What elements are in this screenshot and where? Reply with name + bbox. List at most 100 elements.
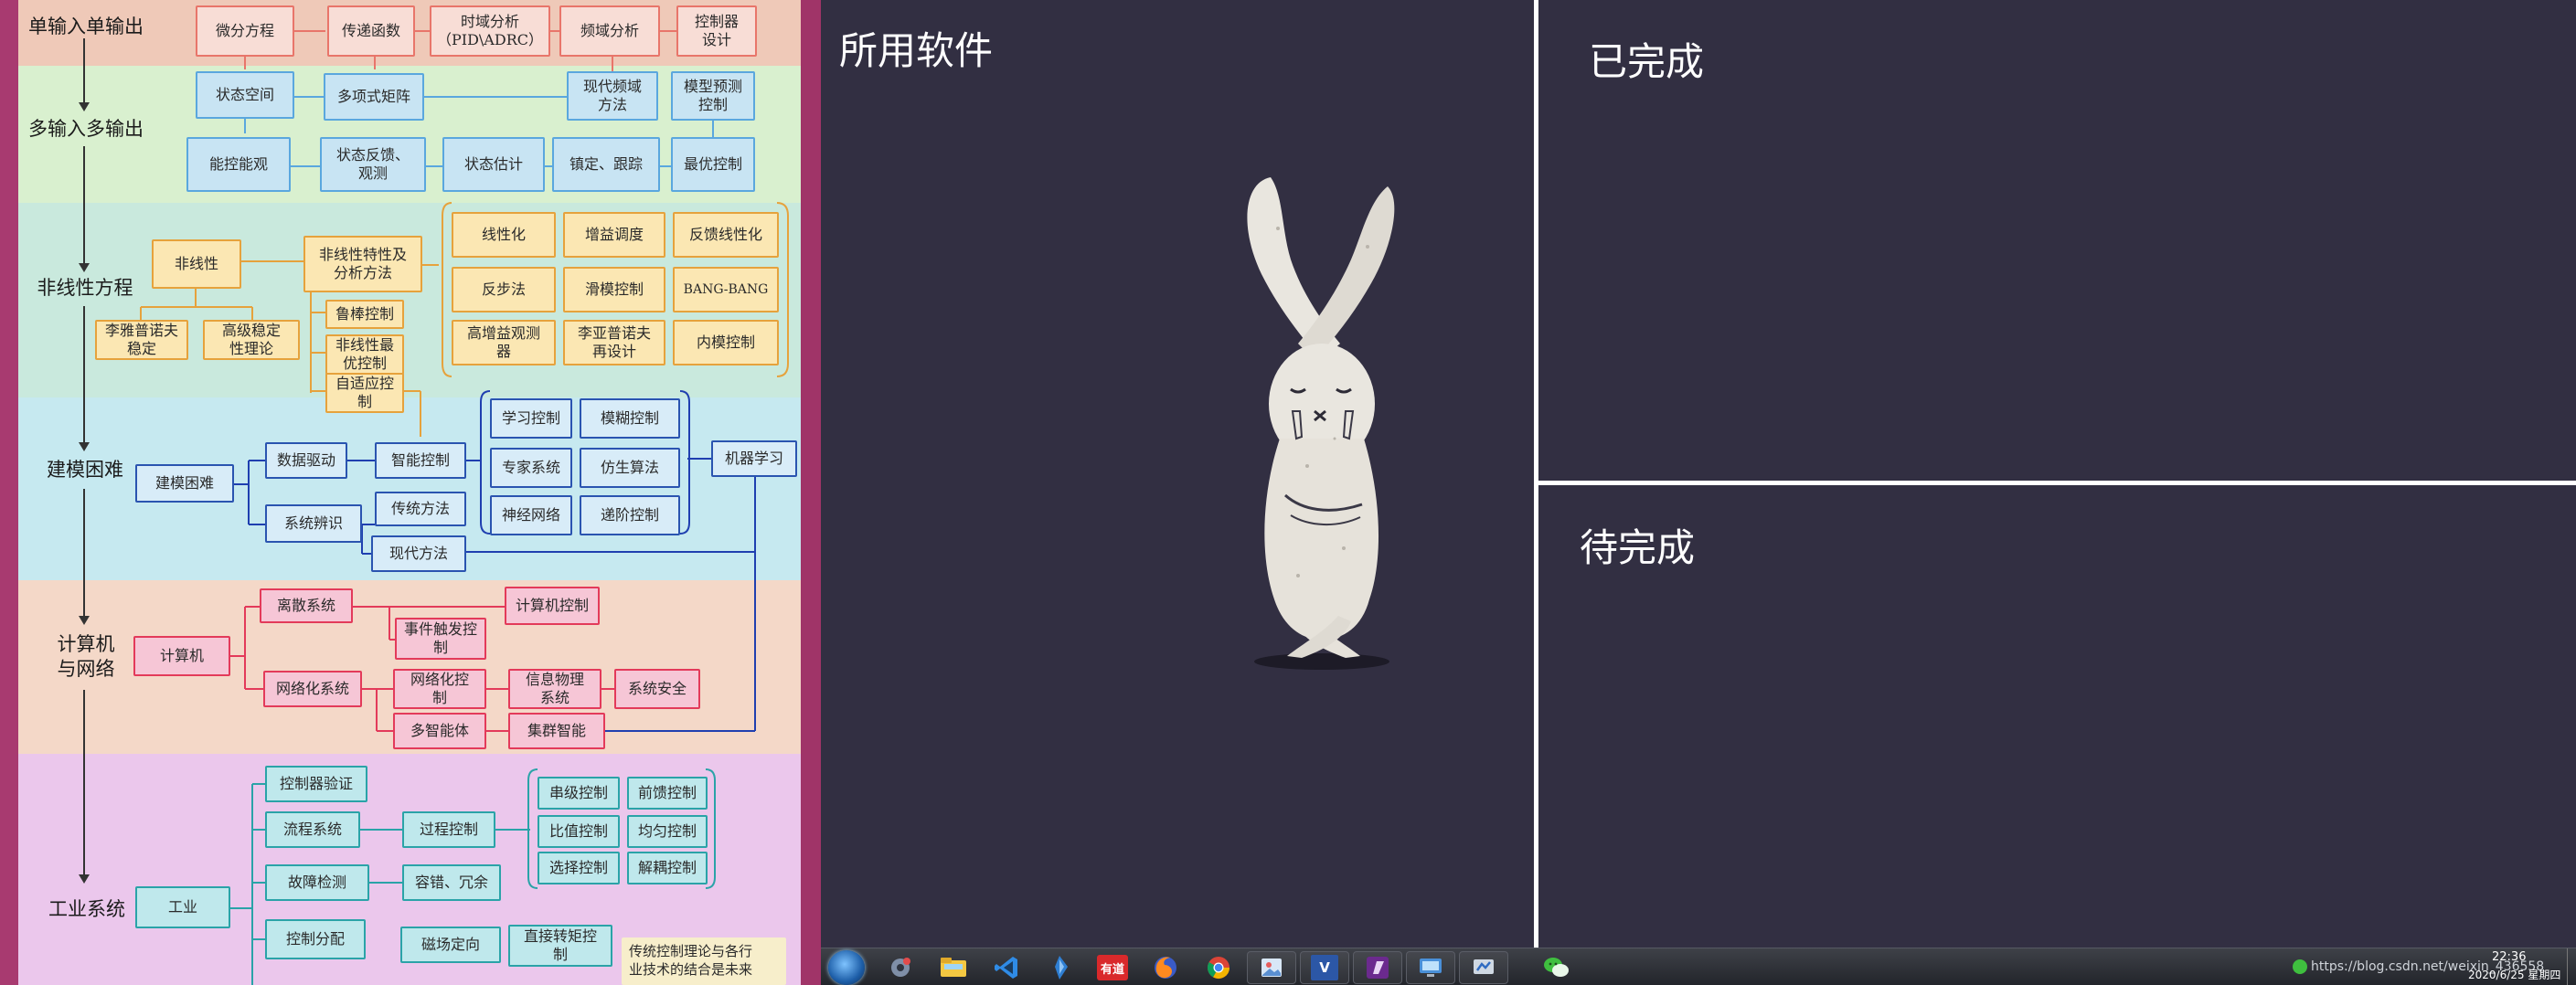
node-lyapunov-stability: 李雅普诺夫 稳定 xyxy=(95,320,188,360)
node-networked-control: 网络化控 制 xyxy=(393,669,486,709)
node-modern-frequency: 现代频域 方法 xyxy=(567,71,658,121)
node-modeling-difficulty: 建模困难 xyxy=(135,464,234,503)
node-process-control: 过程控制 xyxy=(402,811,495,848)
node-linearization: 线性化 xyxy=(452,212,556,258)
node-selective-control: 选择控制 xyxy=(538,852,620,884)
node-neural-network: 神经网络 xyxy=(490,495,572,535)
node-fault-detection: 故障检测 xyxy=(265,864,369,901)
node-control-allocation: 控制分配 xyxy=(265,919,366,959)
node-nonlinear-analysis: 非线性特性及 分析方法 xyxy=(303,236,422,292)
node-intelligent-control: 智能控制 xyxy=(375,442,466,479)
node-frequency-domain: 频域分析 xyxy=(559,5,660,57)
band-title-siso: 单输入单输出 xyxy=(28,16,144,37)
node-bang-bang: BANG-BANG xyxy=(673,267,779,312)
node-time-domain: 时域分析 （PID\ADRC） xyxy=(430,5,550,57)
node-traditional-method: 传统方法 xyxy=(375,492,466,526)
band-title-modeling: 建模困难 xyxy=(47,459,123,481)
label-software-used: 所用软件 xyxy=(839,28,994,73)
remote-desktop-icon[interactable] xyxy=(1406,951,1455,984)
band-title-nonlinear: 非线性方程 xyxy=(37,277,133,299)
node-controller-design: 控制器 设计 xyxy=(676,5,757,57)
tray-clock-date[interactable]: 2020/6/25 星期四 xyxy=(2468,967,2560,982)
youdao-label: 有道 xyxy=(1097,955,1128,980)
onenote-icon[interactable] xyxy=(1353,951,1402,984)
node-controller-verification: 控制器验证 xyxy=(265,766,367,802)
node-networked-system: 网络化系统 xyxy=(263,671,362,707)
window-right-border xyxy=(801,0,821,985)
node-cascade-control: 串级控制 xyxy=(538,777,620,810)
label-pending: 待完成 xyxy=(1580,525,1696,570)
node-nonlinear: 非线性 xyxy=(152,239,241,289)
node-differential-equation: 微分方程 xyxy=(196,5,294,57)
node-learning-control: 学习控制 xyxy=(490,398,572,439)
node-machine-learning: 机器学习 xyxy=(711,440,797,477)
node-expert-system: 专家系统 xyxy=(490,448,572,488)
node-ratio-control: 比值控制 xyxy=(538,815,620,848)
visio-icon[interactable]: V xyxy=(1300,951,1349,984)
node-computer-control: 计算机控制 xyxy=(505,587,600,625)
node-polynomial-matrix: 多项式矩阵 xyxy=(324,73,424,121)
desktop-screen: 单输入单输出 多输入多输出 非线性方程 建模困难 计算机 与网络 工业系统 微分… xyxy=(0,0,2576,985)
node-data-driven: 数据驱动 xyxy=(265,442,347,479)
node-optimal-control: 最优控制 xyxy=(671,137,755,192)
settings-app-icon[interactable] xyxy=(876,951,925,984)
tray-clock-time[interactable]: 22:36 xyxy=(2492,950,2526,964)
show-desktop-button[interactable] xyxy=(2567,948,2576,985)
divider-vertical xyxy=(1534,0,1538,948)
node-averaging-control: 均匀控制 xyxy=(627,815,708,848)
node-event-triggered: 事件触发控 制 xyxy=(395,618,486,660)
band-title-industry: 工业系统 xyxy=(48,898,125,920)
node-state-feedback: 状态反馈、 观测 xyxy=(320,137,426,192)
node-modern-method: 现代方法 xyxy=(371,535,466,572)
node-field-oriented: 磁场定向 xyxy=(400,927,501,963)
node-swarm-intelligence: 集群智能 xyxy=(508,713,605,749)
node-internal-model: 内模控制 xyxy=(673,320,779,365)
rabbit-wallpaper-image xyxy=(1247,177,1395,670)
node-advanced-stability: 高级稳定 性理论 xyxy=(203,320,300,360)
node-state-estimation: 状态估计 xyxy=(442,137,545,192)
note-future-trend: 传统控制理论与各行 业技术的结合是未来 xyxy=(622,937,786,985)
tray-wechat-icon[interactable] xyxy=(2293,959,2307,974)
node-sliding-mode: 滑模控制 xyxy=(563,267,665,312)
node-multi-agent: 多智能体 xyxy=(393,713,486,749)
node-cyber-physical: 信息物理 系统 xyxy=(508,669,601,709)
node-gain-scheduling: 增益调度 xyxy=(563,212,665,258)
chrome-icon[interactable] xyxy=(1194,951,1243,984)
node-feedback-linearization: 反馈线性化 xyxy=(673,212,779,258)
file-explorer-icon[interactable] xyxy=(929,951,978,984)
node-backstepping: 反步法 xyxy=(452,267,556,312)
node-industry: 工业 xyxy=(135,886,230,928)
node-lyapunov-redesign: 李亚普诺夫 再设计 xyxy=(563,320,665,365)
band-title-network: 计算机 与网络 xyxy=(57,633,115,680)
node-state-space: 状态空间 xyxy=(196,71,294,119)
youdao-dict-icon[interactable]: 有道 xyxy=(1088,951,1137,984)
vscode-icon[interactable] xyxy=(982,951,1031,984)
node-fuzzy-control: 模糊控制 xyxy=(580,398,680,439)
node-controllability: 能控能观 xyxy=(186,137,291,192)
start-orb-button[interactable] xyxy=(828,950,865,985)
node-direct-torque: 直接转矩控 制 xyxy=(508,925,612,967)
node-feedforward-control: 前馈控制 xyxy=(627,777,708,810)
node-process-system: 流程系统 xyxy=(265,811,360,848)
node-computer: 计算机 xyxy=(133,636,230,676)
wechat-icon[interactable] xyxy=(1532,951,1581,984)
node-decoupling-control: 解耦控制 xyxy=(627,852,708,884)
node-hierarchical-control: 递阶控制 xyxy=(580,495,680,535)
sourcetree-icon[interactable] xyxy=(1035,951,1084,984)
node-transfer-function: 传递函数 xyxy=(327,5,415,57)
divider-horizontal xyxy=(1537,481,2576,485)
node-high-gain-observer: 高增益观测 器 xyxy=(452,320,556,365)
photo-viewer-icon[interactable] xyxy=(1247,951,1296,984)
node-fault-tolerance: 容错、冗余 xyxy=(402,864,501,901)
node-system-security: 系统安全 xyxy=(614,669,700,709)
node-model-predictive: 模型预测 控制 xyxy=(671,71,755,121)
node-system-identification: 系统辨识 xyxy=(265,504,362,543)
node-discrete-system: 离散系统 xyxy=(260,588,353,623)
node-robust-control: 鲁棒控制 xyxy=(325,300,404,329)
control-panel-icon[interactable] xyxy=(1459,951,1508,984)
windows-taskbar: 有道 V https://blog.csdn.net/weixin_436558 xyxy=(821,948,2576,985)
firefox-icon[interactable] xyxy=(1141,951,1190,984)
label-completed: 已完成 xyxy=(1589,39,1705,84)
node-adaptive-control: 自适应控 制 xyxy=(325,373,404,413)
node-bionic-algorithm: 仿生算法 xyxy=(580,448,680,488)
